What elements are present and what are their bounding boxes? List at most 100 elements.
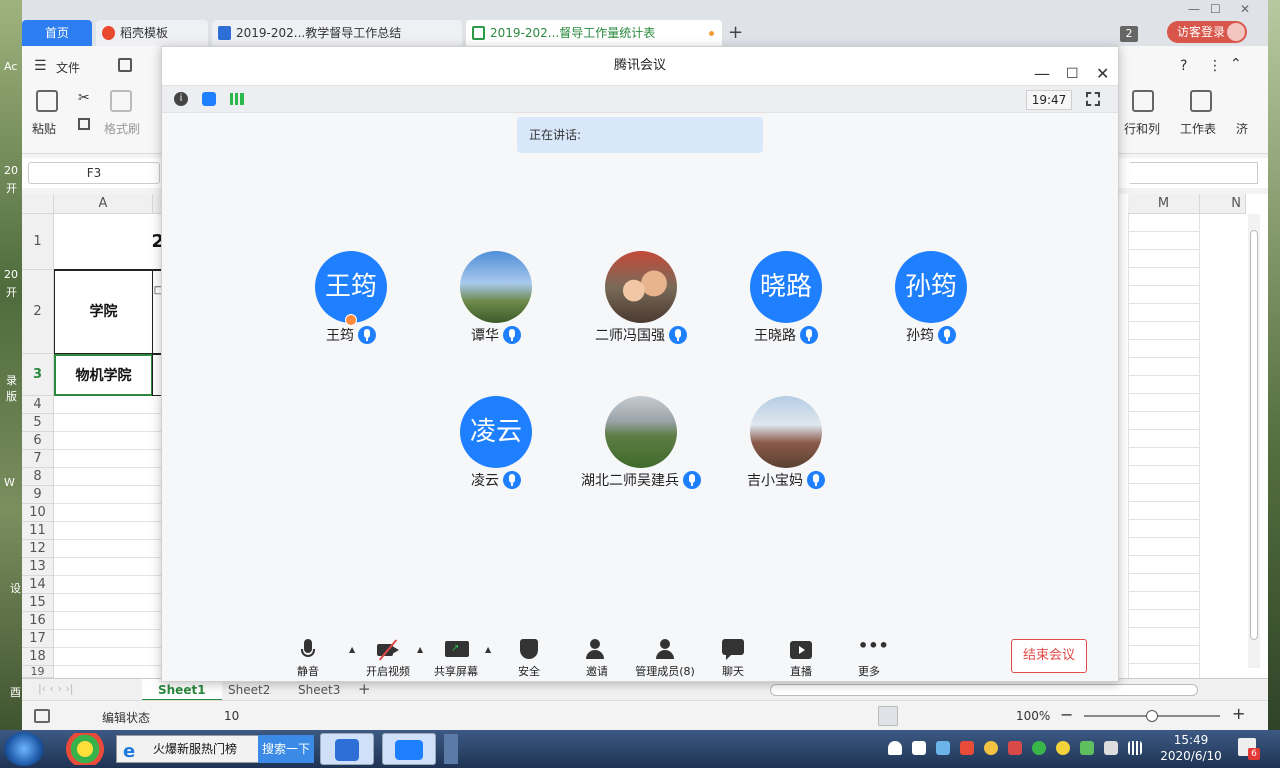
qq-icon[interactable] <box>984 741 998 755</box>
save-icon[interactable] <box>118 58 132 72</box>
invite-button[interactable]: 邀请 <box>562 627 632 679</box>
tray-app-icon[interactable] <box>1056 741 1070 755</box>
row-header[interactable]: 8 <box>22 468 54 486</box>
tab-sheet-statistics[interactable]: 2019-202...督导工作量统计表 <box>466 20 722 46</box>
row-header[interactable]: 1 <box>22 214 54 270</box>
row-header[interactable]: 5 <box>22 414 54 432</box>
taskbar-app-tencent-meeting[interactable] <box>382 733 436 765</box>
row-header[interactable]: 10 <box>22 504 54 522</box>
row-header[interactable]: 16 <box>22 612 54 630</box>
cell-a2[interactable]: 学院 <box>54 270 153 354</box>
paste-label[interactable]: 粘贴 <box>32 120 56 137</box>
visitor-login-button[interactable]: 访客登录 <box>1167 21 1247 43</box>
manage-members-button[interactable]: 管理成员(8) <box>630 627 700 679</box>
collapse-ribbon-icon[interactable]: ⌃ <box>1230 56 1242 72</box>
row-header[interactable]: 3 <box>22 354 54 396</box>
microphone-icon[interactable] <box>807 471 825 489</box>
volume-icon[interactable] <box>912 741 926 755</box>
column-header-m[interactable]: M <box>1128 194 1200 214</box>
tray-app-icon[interactable] <box>1032 741 1046 755</box>
participant-tile[interactable]: 湖北二师吴建兵 <box>561 396 721 490</box>
chat-button[interactable]: 聊天 <box>698 627 768 679</box>
close-icon[interactable]: ✕ <box>1240 2 1250 16</box>
help-icon[interactable]: ? <box>1180 58 1187 74</box>
format-painter-label[interactable]: 格式刷 <box>104 120 140 137</box>
worksheet-icon[interactable] <box>1190 90 1212 112</box>
ie-search-button[interactable]: 搜索一下 <box>258 735 314 763</box>
participant-tile[interactable]: 王筠 王筠 <box>281 251 421 345</box>
participant-tile[interactable]: 吉小宝妈 <box>716 396 856 490</box>
microphone-icon[interactable] <box>503 326 521 344</box>
worksheet-label[interactable]: 工作表 <box>1180 120 1216 137</box>
share-screen-button[interactable]: ↗ 共享屏幕 <box>421 627 491 679</box>
view-normal-icon[interactable] <box>878 706 898 726</box>
tray-app-icon[interactable] <box>1008 741 1022 755</box>
new-tab-button[interactable]: + <box>728 22 743 43</box>
row-header[interactable]: 17 <box>22 630 54 648</box>
row-header[interactable]: 15 <box>22 594 54 612</box>
security-button[interactable]: 安全 <box>494 627 564 679</box>
microphone-icon[interactable] <box>358 326 376 344</box>
taskbar-app-wps[interactable] <box>320 733 374 765</box>
window-count-badge[interactable]: 2 <box>1120 26 1138 42</box>
row-header[interactable]: 2 <box>22 270 54 354</box>
tray-app-icon[interactable] <box>936 741 950 755</box>
zoom-level[interactable]: 100% <box>1016 709 1050 723</box>
tab-home[interactable]: 首页 <box>22 20 92 46</box>
fullscreen-icon[interactable] <box>1086 92 1100 106</box>
shield-icon[interactable] <box>202 92 216 106</box>
participant-tile[interactable]: 晓路 王晓路 <box>716 251 856 345</box>
row-header[interactable]: 14 <box>22 576 54 594</box>
signal-icon[interactable] <box>230 93 244 105</box>
more-options-icon[interactable]: ⋮ <box>1208 58 1222 74</box>
rows-cols-label[interactable]: 行和列 <box>1124 120 1160 137</box>
copy-icon[interactable] <box>78 118 90 130</box>
microphone-icon[interactable] <box>938 326 956 344</box>
end-meeting-button[interactable]: 结束会议 <box>1011 639 1087 673</box>
row-header[interactable]: 19 <box>22 666 54 678</box>
file-menu[interactable]: 文件 <box>56 59 80 76</box>
start-button[interactable] <box>4 732 44 766</box>
tab-doc-summary[interactable]: 2019-202...教学督导工作总结 <box>212 20 462 46</box>
bell-icon[interactable] <box>888 741 902 755</box>
info-icon[interactable]: i <box>174 92 188 106</box>
microphone-icon[interactable] <box>503 471 521 489</box>
menu-icon[interactable]: ☰ <box>34 58 47 74</box>
zoom-in-icon[interactable]: + <box>1232 704 1245 723</box>
status-icon[interactable] <box>34 709 50 723</box>
more-label[interactable]: 济 <box>1236 120 1248 137</box>
taskbar-app-pinwheel[interactable] <box>58 733 112 765</box>
corner-select-all[interactable] <box>22 194 54 214</box>
tray-app-icon[interactable] <box>1080 741 1094 755</box>
action-center-icon[interactable]: 6 <box>1238 738 1260 760</box>
row-header[interactable]: 6 <box>22 432 54 450</box>
row-header[interactable]: 9 <box>22 486 54 504</box>
format-painter-icon[interactable] <box>110 90 132 112</box>
participant-tile[interactable]: 谭华 <box>426 251 566 345</box>
sheet-nav-arrows[interactable]: |‹ ‹ › ›| <box>38 682 74 695</box>
column-header-a[interactable]: A <box>54 194 153 214</box>
microphone-icon[interactable] <box>800 326 818 344</box>
column-header-n[interactable]: N <box>1200 194 1246 214</box>
row-header[interactable]: 18 <box>22 648 54 666</box>
row-header[interactable]: 11 <box>22 522 54 540</box>
row-header[interactable]: 12 <box>22 540 54 558</box>
zoom-slider-handle[interactable] <box>1146 710 1158 722</box>
row-header[interactable]: 7 <box>22 450 54 468</box>
microphone-icon[interactable] <box>669 326 687 344</box>
row-header[interactable]: 4 <box>22 396 54 414</box>
network-signal-icon[interactable] <box>1128 741 1142 755</box>
name-box[interactable]: F3 <box>28 162 160 184</box>
cell-a1[interactable]: 2 <box>54 214 164 270</box>
participant-tile[interactable]: 二师冯国强 <box>571 251 711 345</box>
cut-icon[interactable]: ✂ <box>78 90 90 106</box>
rows-cols-icon[interactable] <box>1132 90 1154 112</box>
cell-a3[interactable]: 物机学院 <box>54 354 153 396</box>
zoom-slider[interactable] <box>1084 710 1220 722</box>
row-header[interactable]: 13 <box>22 558 54 576</box>
formula-input[interactable] <box>1130 162 1258 184</box>
maximize-icon[interactable]: ☐ <box>1210 2 1221 16</box>
participant-tile[interactable]: 孙筠 孙筠 <box>861 251 1001 345</box>
scroll-thumb[interactable] <box>1250 230 1258 640</box>
calendar-icon[interactable] <box>960 741 974 755</box>
